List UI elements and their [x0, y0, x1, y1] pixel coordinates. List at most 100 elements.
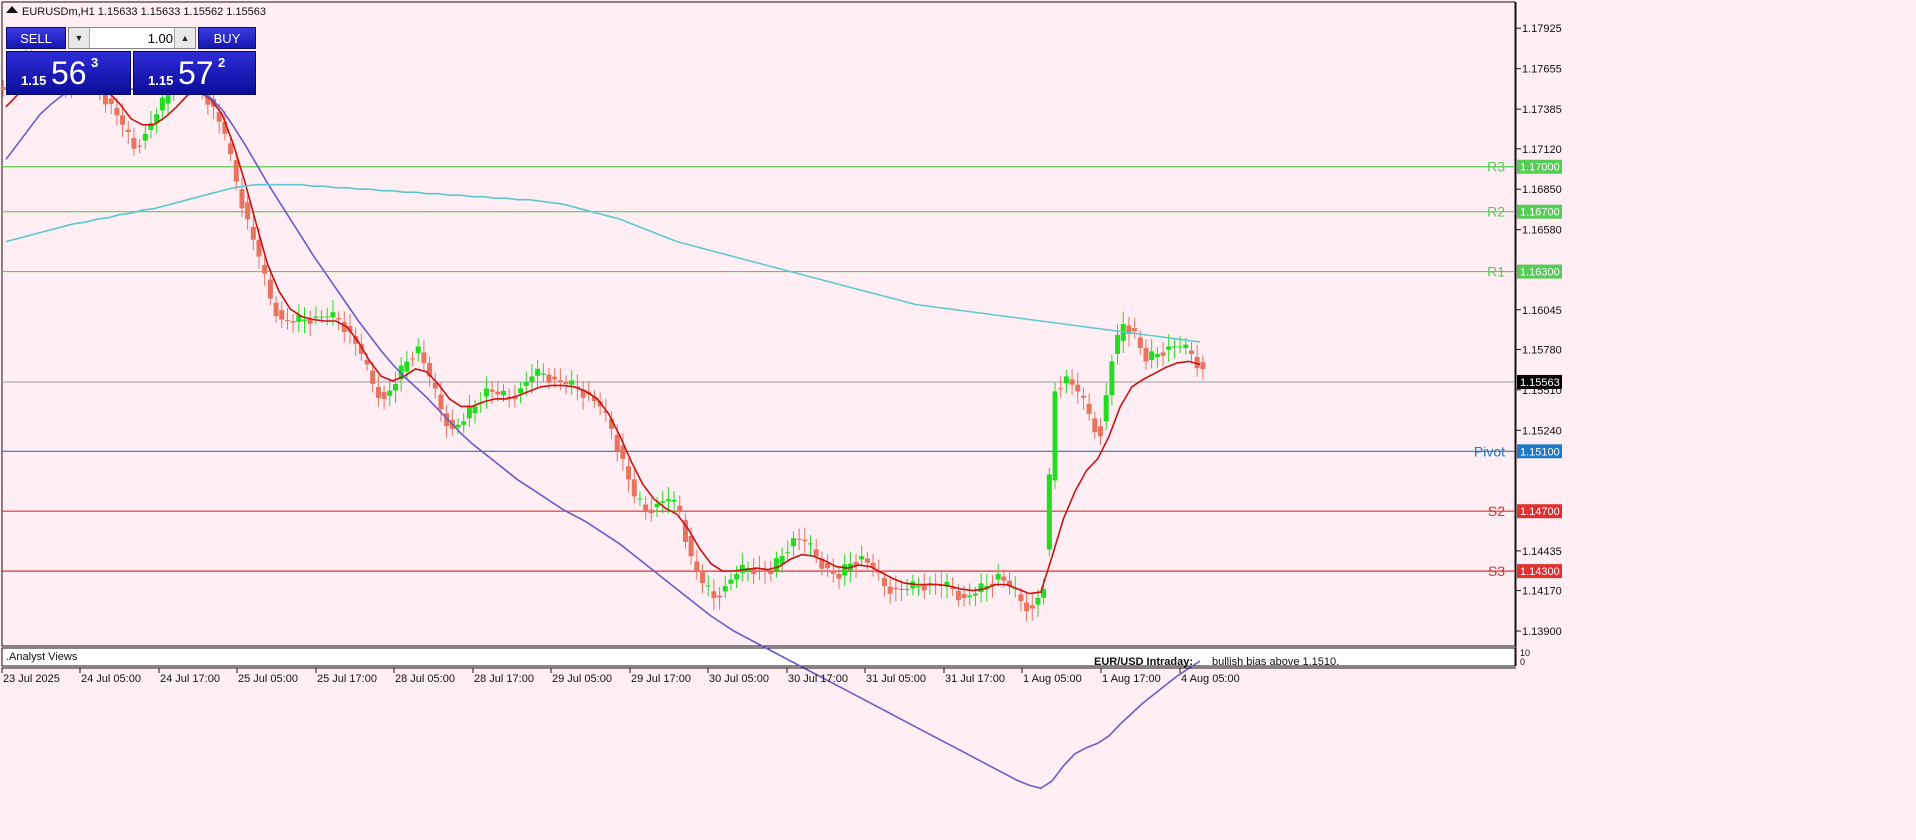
candle-bearish[interactable]: [131, 137, 137, 149]
candle-bullish[interactable]: [415, 346, 421, 354]
lot-size-input[interactable]: [91, 29, 173, 47]
candle-bullish[interactable]: [842, 564, 848, 576]
candle-bearish[interactable]: [864, 558, 870, 563]
candle-bearish[interactable]: [495, 391, 501, 395]
candle-bullish[interactable]: [523, 381, 529, 387]
candle-bearish[interactable]: [557, 380, 563, 382]
candle-bullish[interactable]: [773, 558, 779, 571]
candle-bearish[interactable]: [1018, 594, 1024, 602]
candle-bullish[interactable]: [728, 579, 734, 584]
candle-bearish[interactable]: [108, 98, 114, 104]
candle-bearish[interactable]: [1029, 605, 1035, 609]
candle-bearish[interactable]: [290, 321, 296, 323]
candle-bearish[interactable]: [631, 479, 637, 497]
candle-bearish[interactable]: [1069, 379, 1075, 385]
lot-decrease-arrow-icon[interactable]: ▼: [69, 28, 90, 48]
candle-bullish[interactable]: [387, 390, 393, 396]
candle-bearish[interactable]: [887, 586, 893, 594]
candle-bullish[interactable]: [1109, 361, 1115, 396]
candle-bearish[interactable]: [1080, 395, 1086, 398]
candle-bullish[interactable]: [899, 589, 904, 591]
candle-bullish[interactable]: [302, 319, 307, 321]
candle-bullish[interactable]: [404, 361, 410, 372]
candle-bullish[interactable]: [518, 388, 524, 394]
candle-bearish[interactable]: [830, 570, 836, 574]
candle-bearish[interactable]: [813, 549, 819, 557]
candle-bearish[interactable]: [1132, 328, 1138, 332]
candle-bearish[interactable]: [239, 189, 245, 209]
candle-bullish[interactable]: [1046, 474, 1052, 550]
candle-bearish[interactable]: [552, 376, 558, 380]
candle-bullish[interactable]: [529, 376, 535, 382]
candle-bullish[interactable]: [705, 585, 711, 587]
candle-bullish[interactable]: [313, 316, 319, 318]
candle-bearish[interactable]: [1137, 337, 1143, 348]
candle-bearish[interactable]: [694, 561, 700, 571]
candle-bullish[interactable]: [1103, 395, 1109, 422]
candle-bearish[interactable]: [1098, 426, 1103, 437]
candle-bearish[interactable]: [228, 143, 234, 155]
candle-bearish[interactable]: [717, 595, 723, 598]
candle-bullish[interactable]: [671, 499, 677, 502]
candle-bullish[interactable]: [1154, 353, 1160, 358]
candle-bearish[interactable]: [1188, 350, 1194, 354]
candle-bullish[interactable]: [637, 498, 643, 500]
candle-bearish[interactable]: [0, 87, 6, 90]
candle-bearish[interactable]: [955, 590, 961, 601]
candle-bearish[interactable]: [421, 352, 427, 363]
candle-bearish[interactable]: [1001, 576, 1007, 581]
candle-bearish[interactable]: [489, 389, 495, 392]
candle-bullish[interactable]: [904, 589, 910, 591]
candle-bearish[interactable]: [881, 578, 887, 587]
candle-bearish[interactable]: [893, 587, 899, 590]
candle-bearish[interactable]: [1086, 403, 1092, 414]
candle-bearish[interactable]: [626, 466, 632, 480]
candle-bullish[interactable]: [972, 593, 978, 596]
candle-bearish[interactable]: [768, 571, 774, 575]
candle-bearish[interactable]: [1092, 418, 1098, 433]
candle-bearish[interactable]: [643, 504, 649, 512]
candle-bullish[interactable]: [1177, 346, 1183, 348]
candle-bearish[interactable]: [279, 310, 285, 320]
candle-bearish[interactable]: [1024, 602, 1030, 612]
candle-bullish[interactable]: [1063, 376, 1069, 384]
candle-bullish[interactable]: [785, 552, 791, 554]
candle-bearish[interactable]: [1058, 388, 1064, 390]
candle-bullish[interactable]: [1171, 346, 1177, 348]
candle-bullish[interactable]: [665, 499, 671, 502]
candle-bearish[interactable]: [1075, 384, 1081, 392]
candle-bullish[interactable]: [808, 543, 814, 545]
candle-bearish[interactable]: [1160, 352, 1166, 356]
candle-bullish[interactable]: [916, 586, 922, 588]
candle-bearish[interactable]: [114, 108, 120, 116]
candle-bullish[interactable]: [569, 380, 575, 385]
candle-bullish[interactable]: [722, 586, 728, 592]
candle-bullish[interactable]: [501, 390, 506, 396]
candle-bullish[interactable]: [734, 574, 740, 580]
candle-bullish[interactable]: [859, 556, 865, 560]
candle-bearish[interactable]: [796, 538, 802, 540]
buy-price-display[interactable]: 1.15 57 2: [133, 51, 256, 95]
candle-bullish[interactable]: [654, 503, 660, 508]
candle-bearish[interactable]: [614, 434, 620, 452]
candle-bearish[interactable]: [273, 302, 279, 317]
candle-bearish[interactable]: [802, 539, 808, 542]
candle-bearish[interactable]: [245, 202, 251, 220]
candle-bullish[interactable]: [472, 406, 478, 414]
candle-bearish[interactable]: [438, 394, 444, 410]
candle-bearish[interactable]: [711, 591, 717, 599]
candle-bearish[interactable]: [267, 279, 273, 299]
candle-bearish[interactable]: [262, 264, 268, 274]
candle-bearish[interactable]: [961, 594, 967, 599]
candle-bullish[interactable]: [790, 538, 796, 547]
sell-button[interactable]: SELL: [6, 27, 66, 49]
candle-bullish[interactable]: [159, 97, 165, 111]
candle-bearish[interactable]: [120, 115, 126, 125]
candle-bearish[interactable]: [688, 535, 694, 557]
candle-bearish[interactable]: [410, 358, 416, 360]
candle-bearish[interactable]: [125, 129, 131, 132]
candle-bearish[interactable]: [336, 318, 342, 320]
candle-bullish[interactable]: [392, 383, 398, 391]
candle-bearish[interactable]: [546, 374, 552, 383]
candle-bearish[interactable]: [381, 392, 387, 399]
